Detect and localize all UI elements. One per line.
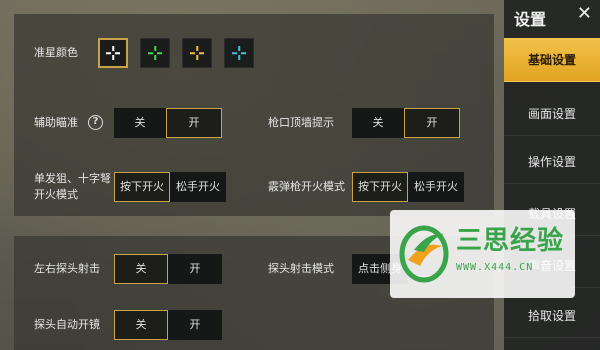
muzzle-wall-hint-on[interactable]: 开 <box>404 108 460 138</box>
settings-title: 设置 <box>514 10 547 29</box>
lean-auto-scope-on[interactable]: 开 <box>168 310 222 340</box>
single-shot-fire-mode-label-line1: 单发狙、十字弩 <box>34 172 111 185</box>
crosshair-color-label: 准星颜色 <box>34 46 78 59</box>
muzzle-wall-hint-off[interactable]: 关 <box>352 108 404 138</box>
crosshair-color-cyan[interactable] <box>224 38 254 68</box>
watermark-logo-icon <box>399 225 449 283</box>
watermark-brand: 三思经验 <box>456 226 565 256</box>
sidebar-item-basic[interactable]: 基础设置 <box>504 38 600 82</box>
single-shot-press-fire[interactable]: 按下开火 <box>114 172 170 202</box>
single-shot-release-fire[interactable]: 松手开火 <box>170 172 226 202</box>
crosshair-color-white[interactable] <box>98 38 128 68</box>
close-icon[interactable]: ✕ <box>577 4 592 24</box>
shotgun-release-fire[interactable]: 松手开火 <box>408 172 464 202</box>
basic-settings-panel-top: 准星颜色 辅助瞄准 ? 关 开 枪口顶墙提示 关 开 单发狙、十字弩 开火模式 … <box>14 14 494 216</box>
watermark: 三思经验 WWW.X444.CN <box>390 210 575 298</box>
aim-assist-label: 辅助瞄准 <box>34 116 78 129</box>
lean-fire-off[interactable]: 关 <box>114 254 168 284</box>
sidebar-item-graphics[interactable]: 画面设置 <box>504 92 600 136</box>
watermark-url: WWW.X444.CN <box>456 262 534 273</box>
sidebar-item-pickup[interactable]: 拾取设置 <box>504 294 600 338</box>
lean-fire-label: 左右探头射击 <box>34 262 100 275</box>
aim-assist-off[interactable]: 关 <box>114 108 166 138</box>
lean-fire-mode-label: 探头射击模式 <box>268 262 334 275</box>
aim-assist-on[interactable]: 开 <box>166 108 222 138</box>
aim-assist-toggle[interactable]: 关 开 <box>114 108 222 138</box>
lean-auto-scope-toggle[interactable]: 关 开 <box>114 310 222 340</box>
muzzle-wall-hint-label: 枪口顶墙提示 <box>268 116 334 129</box>
help-icon[interactable]: ? <box>88 115 103 130</box>
shotgun-press-fire[interactable]: 按下开火 <box>352 172 408 202</box>
crosshair-color-green[interactable] <box>140 38 170 68</box>
lean-auto-scope-off[interactable]: 关 <box>114 310 168 340</box>
lean-fire-on[interactable]: 开 <box>168 254 222 284</box>
lean-fire-toggle[interactable]: 关 开 <box>114 254 222 284</box>
shotgun-fire-mode-label: 霰弹枪开火模式 <box>268 180 345 193</box>
shotgun-fire-mode-toggle[interactable]: 按下开火 松手开火 <box>352 172 464 202</box>
lean-auto-scope-label: 探头自动开镜 <box>34 318 100 331</box>
crosshair-color-yellow[interactable] <box>182 38 212 68</box>
sidebar-item-controls[interactable]: 操作设置 <box>504 140 600 184</box>
single-shot-fire-mode-toggle[interactable]: 按下开火 松手开火 <box>114 172 226 202</box>
muzzle-wall-hint-toggle[interactable]: 关 开 <box>352 108 460 138</box>
single-shot-fire-mode-label-line2: 开火模式 <box>34 188 78 201</box>
